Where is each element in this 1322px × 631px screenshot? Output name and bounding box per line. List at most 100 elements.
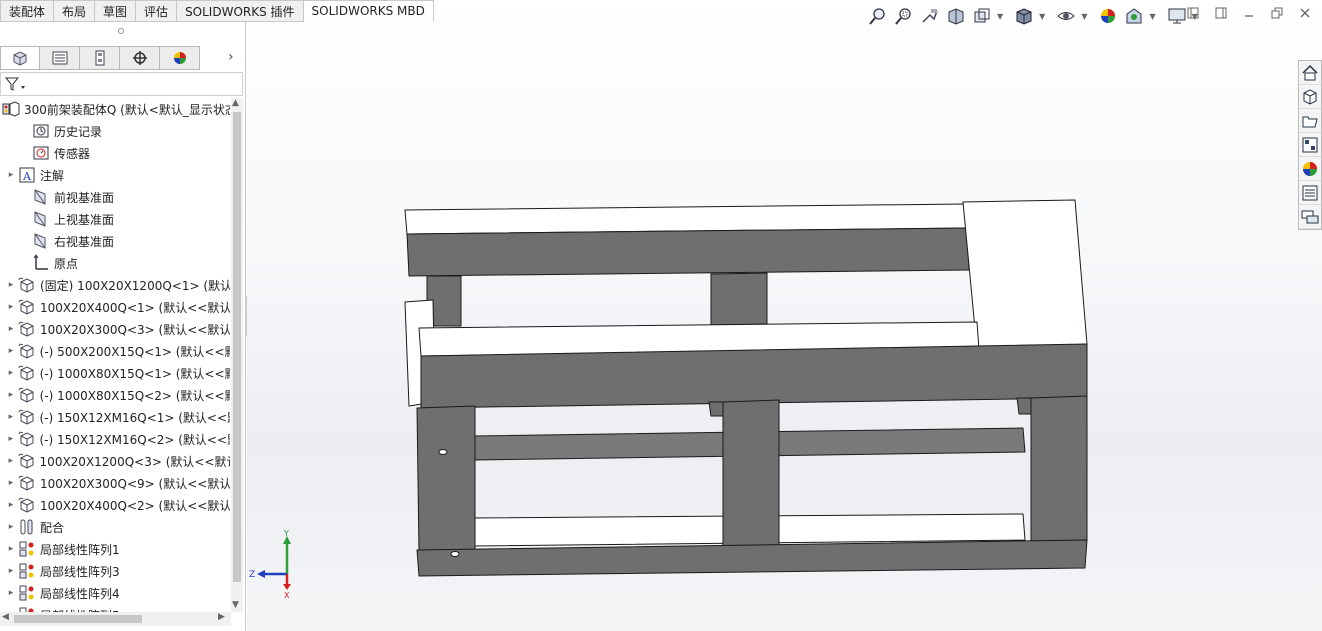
- tree-item[interactable]: ▸局部线性阵列5: [0, 604, 230, 612]
- display-style-dropdown-icon[interactable]: ▼: [1039, 12, 1045, 21]
- apply-scene-button[interactable]: [1123, 5, 1145, 27]
- part-icon: [18, 298, 36, 316]
- tree-item[interactable]: ▸ 100X20X1200Q<3> (默认<<默认: [0, 450, 230, 472]
- tree-item[interactable]: 历史记录: [0, 120, 230, 142]
- file-explorer-tab[interactable]: [1299, 109, 1321, 133]
- tree-item[interactable]: ▸ 100X20X400Q<1> (默认<<默认: [0, 296, 230, 318]
- graphics-area[interactable]: ▼ ▼ ▼ ▼ ▼ Y Z X: [247, 0, 1322, 631]
- assembly-icon: [2, 100, 20, 118]
- dimxpert-tab[interactable]: [120, 46, 160, 70]
- expand-arrow-icon[interactable]: ▸: [4, 434, 18, 444]
- expand-arrow-icon[interactable]: ▸: [4, 324, 18, 334]
- tree-item-label: 局部线性阵列1: [40, 542, 120, 557]
- tab-solidworks-mbd[interactable]: SOLIDWORKS MBD: [303, 0, 434, 22]
- tab-evaluate[interactable]: 评估: [136, 0, 178, 22]
- expand-arrow-icon[interactable]: ▸: [4, 588, 18, 598]
- tree-item[interactable]: ▸ 配合: [0, 516, 230, 538]
- property-manager-tab[interactable]: [40, 46, 80, 70]
- tree-item[interactable]: 上视基准面: [0, 208, 230, 230]
- edit-appearance-button[interactable]: [1097, 5, 1119, 27]
- expand-arrow-icon[interactable]: ▸: [4, 170, 18, 180]
- panel-grip-icon[interactable]: [118, 28, 124, 34]
- filter-bar[interactable]: [0, 72, 243, 96]
- tree-vertical-scrollbar[interactable]: ▲ ▼: [231, 98, 243, 612]
- hide-show-items-button[interactable]: [1055, 5, 1077, 27]
- view-settings-button[interactable]: [1166, 5, 1188, 27]
- hscroll-thumb[interactable]: [14, 615, 142, 623]
- tree-item[interactable]: ▸ (-) 150X12XM16Q<1> (默认<<默: [0, 406, 230, 428]
- expand-arrow-icon[interactable]: ▸: [4, 390, 18, 400]
- tree-item[interactable]: 传感器: [0, 142, 230, 164]
- tree-item[interactable]: 前视基准面: [0, 186, 230, 208]
- tree-item[interactable]: ▸ (固定) 100X20X1200Q<1> (默认: [0, 274, 230, 296]
- design-library-tab[interactable]: [1299, 85, 1321, 109]
- tree-item[interactable]: ▸ (-) 500X200X15Q<1> (默认<<默: [0, 340, 230, 362]
- tab-assembly[interactable]: 装配体: [0, 0, 55, 22]
- property-manager-icon: [52, 51, 67, 65]
- zoom-to-fit-button[interactable]: [867, 5, 889, 27]
- tree-item[interactable]: 原点: [0, 252, 230, 274]
- view-orientation-dropdown-icon[interactable]: ▼: [997, 12, 1003, 21]
- tree-item[interactable]: ▸ A 注解: [0, 164, 230, 186]
- apply-scene-dropdown-icon[interactable]: ▼: [1149, 12, 1155, 21]
- expand-arrow-icon[interactable]: ▸: [4, 346, 18, 356]
- tree-item-label: 100X20X1200Q<3> (默认<<默认: [39, 454, 230, 469]
- expand-arrow-icon[interactable]: ▸: [4, 368, 18, 378]
- assembly-model-view[interactable]: [387, 180, 1107, 600]
- section-view-button[interactable]: [945, 5, 967, 27]
- tree-item[interactable]: ▸ 100X20X400Q<2> (默认<<默认: [0, 494, 230, 516]
- tree-item[interactable]: 300前架装配体Q (默认<默认_显示状态: [0, 98, 230, 120]
- tree-horizontal-scrollbar[interactable]: ◀ ▶: [0, 612, 231, 626]
- tab-solidworks-addins[interactable]: SOLIDWORKS 插件: [177, 0, 304, 22]
- tree-item[interactable]: ▸ 局部线性阵列1: [0, 538, 230, 560]
- expand-arrow-icon[interactable]: ▸: [4, 544, 18, 554]
- expand-arrow-icon[interactable]: ▸: [4, 500, 18, 510]
- expand-arrow-icon[interactable]: ▸: [4, 522, 18, 532]
- scroll-thumb[interactable]: [233, 112, 241, 582]
- tree-item[interactable]: ▸ 局部线性阵列3: [0, 560, 230, 582]
- zoom-to-area-button[interactable]: [893, 5, 915, 27]
- expand-arrow-icon[interactable]: ▸: [4, 478, 18, 488]
- tree-item[interactable]: ▸ (-) 150X12XM16Q<2> (默认<<默: [0, 428, 230, 450]
- tile-left-icon[interactable]: [1186, 6, 1200, 20]
- hide-show-dropdown-icon[interactable]: ▼: [1081, 12, 1087, 21]
- previous-view-button[interactable]: [919, 5, 941, 27]
- tree-item[interactable]: ▸ (-) 1000X80X15Q<1> (默认<<默: [0, 362, 230, 384]
- tree-item[interactable]: ▸ 100X20X300Q<3> (默认<<默认: [0, 318, 230, 340]
- view-palette-tab[interactable]: [1299, 133, 1321, 157]
- minimize-icon[interactable]: [1242, 6, 1256, 20]
- configuration-manager-tab[interactable]: [80, 46, 120, 70]
- forum-tab[interactable]: [1299, 205, 1321, 229]
- tree-item[interactable]: ▸ 100X20X300Q<9> (默认<<默认: [0, 472, 230, 494]
- part-icon: [18, 364, 36, 382]
- restore-icon[interactable]: [1270, 6, 1284, 20]
- scroll-right-icon[interactable]: ▶: [218, 612, 225, 622]
- feature-manager-tab[interactable]: [0, 46, 40, 70]
- expand-arrow-icon[interactable]: ▸: [4, 280, 18, 290]
- tile-right-icon[interactable]: [1214, 6, 1228, 20]
- tree-item[interactable]: ▸ 局部线性阵列4: [0, 582, 230, 604]
- tree-item-label: 右视基准面: [54, 234, 115, 249]
- panel-tabs-chevron-icon[interactable]: ›: [228, 49, 234, 65]
- scroll-up-icon[interactable]: ▲: [232, 98, 239, 108]
- tree-item[interactable]: 右视基准面: [0, 230, 230, 252]
- display-style-button[interactable]: [1013, 5, 1035, 27]
- close-icon[interactable]: [1298, 6, 1312, 20]
- tree-item[interactable]: ▸ (-) 1000X80X15Q<2> (默认<<默: [0, 384, 230, 406]
- tab-layout[interactable]: 布局: [54, 0, 96, 22]
- expand-arrow-icon[interactable]: ▸: [4, 566, 18, 576]
- expand-arrow-icon[interactable]: ▸: [4, 456, 18, 466]
- expand-arrow-icon[interactable]: ▸: [4, 412, 18, 422]
- heads-up-toolbar: ▼ ▼ ▼ ▼ ▼: [867, 4, 1204, 28]
- solidworks-resources-tab[interactable]: [1299, 61, 1321, 85]
- display-manager-tab[interactable]: [160, 46, 200, 70]
- view-orientation-button[interactable]: [971, 5, 993, 27]
- appearances-tab[interactable]: [1299, 157, 1321, 181]
- command-manager-tabs: 装配体 布局 草图 评估 SOLIDWORKS 插件 SOLIDWORKS MB…: [0, 0, 434, 22]
- scroll-left-icon[interactable]: ◀: [2, 612, 9, 622]
- scroll-down-icon[interactable]: ▼: [232, 600, 239, 610]
- tab-sketch[interactable]: 草图: [95, 0, 137, 22]
- custom-properties-tab[interactable]: [1299, 181, 1321, 205]
- expand-arrow-icon[interactable]: ▸: [4, 302, 18, 312]
- filter-icon[interactable]: [5, 76, 27, 92]
